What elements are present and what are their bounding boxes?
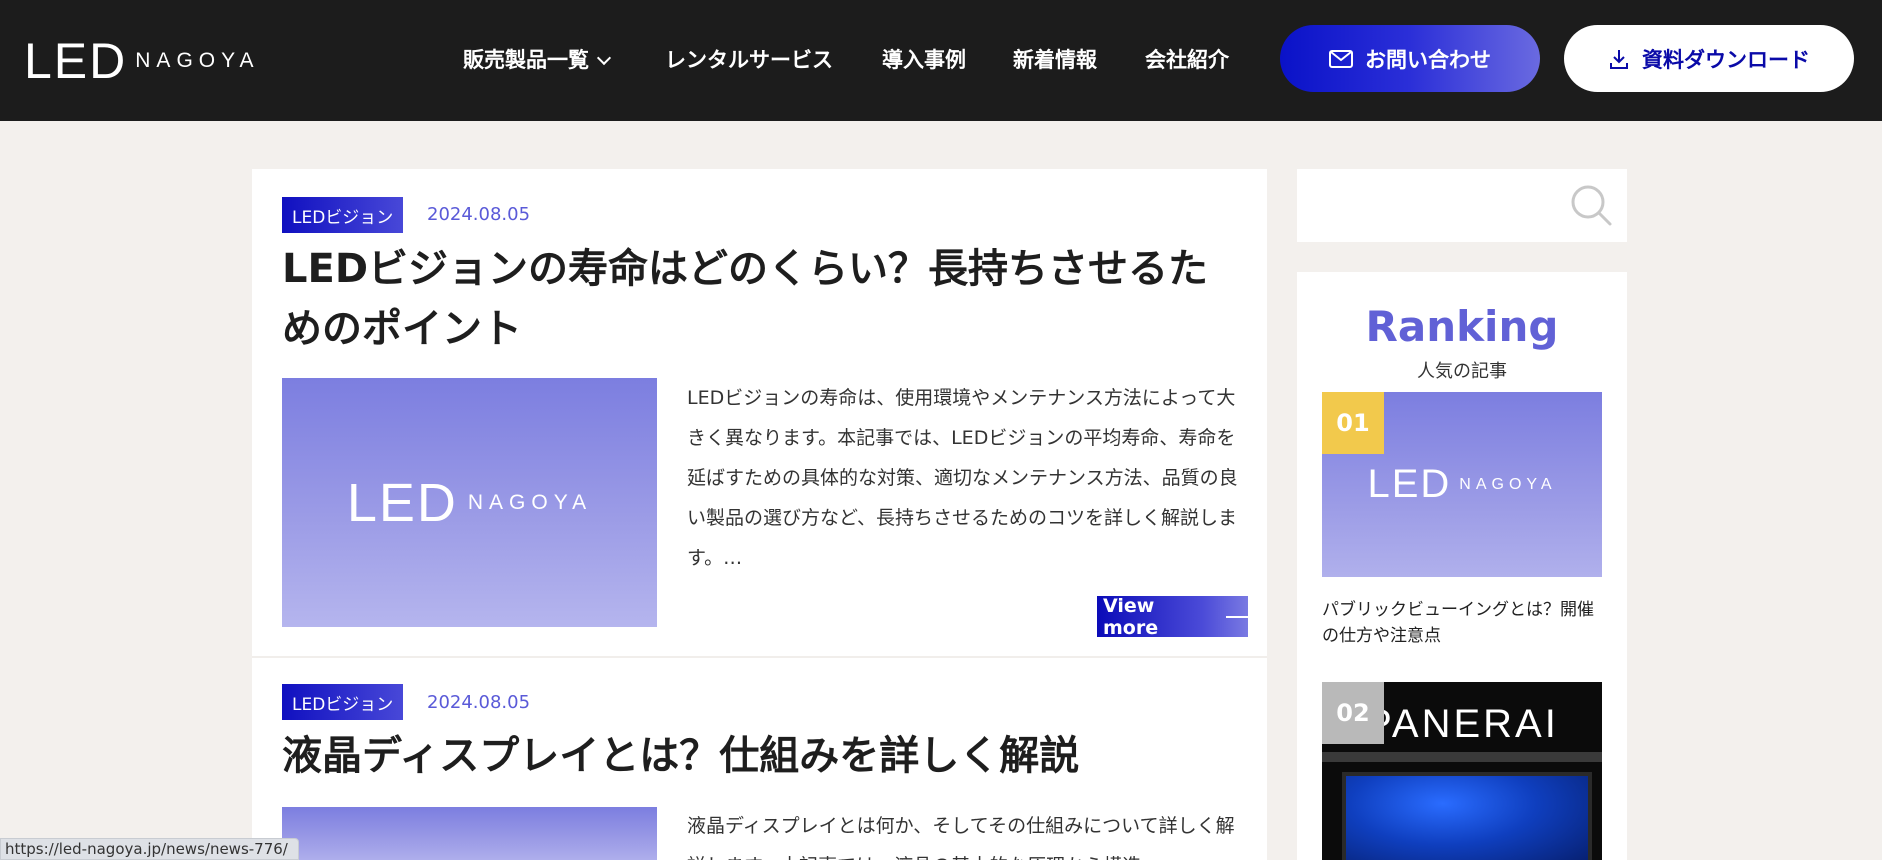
article-date: 2024.08.05: [427, 204, 531, 225]
arrow-line-icon: [1226, 615, 1248, 618]
article-thumbnail[interactable]: [282, 807, 657, 860]
article-excerpt: LEDビジョンの寿命は、使用環境やメンテナンス方法によって大きく異なります。本記…: [687, 387, 1238, 569]
logo-led-text: LED: [24, 33, 128, 89]
thumbnail-logo-led: LED: [346, 472, 458, 533]
category-badge[interactable]: LEDビジョン: [282, 197, 404, 233]
ranking-title: Ranking: [1365, 302, 1559, 351]
view-more-label: View more: [1103, 594, 1159, 639]
rank-number-badge: 02: [1322, 682, 1384, 744]
thumbnail-logo: LED NAGOYA: [1367, 462, 1556, 507]
thumbnail-logo-led: LED: [1367, 462, 1452, 506]
nav-products[interactable]: 販売製品一覧: [463, 44, 612, 74]
site-logo[interactable]: LED NAGOYA: [24, 36, 260, 86]
article-list: LEDビジョン 2024.08.05 LEDビジョンの寿命はどのくらい？長持ちさ…: [252, 169, 1267, 860]
ranking-subtitle: 人気の記事: [1417, 361, 1507, 382]
nav-products-label: 販売製品一覧: [463, 48, 589, 72]
contact-label: お問い合わせ: [1365, 47, 1491, 72]
mail-icon: [1329, 49, 1353, 68]
photo-shelf: [1322, 752, 1602, 762]
article-title[interactable]: 液晶ディスプレイとは？仕組みを詳しく解説: [282, 726, 1242, 786]
article-thumbnail[interactable]: LED NAGOYA: [282, 378, 657, 627]
chevron-down-icon: [596, 50, 612, 66]
article-divider: [252, 656, 1267, 658]
ranking-thumbnail[interactable]: 01 LED NAGOYA: [1322, 392, 1602, 577]
article-title[interactable]: LEDビジョンの寿命はどのくらい？長持ちさせるためのポイント: [282, 239, 1242, 359]
contact-button[interactable]: お問い合わせ: [1280, 25, 1540, 92]
ranking-widget: Ranking 人気の記事 01 LED NAGOYA パブリックビューイングと…: [1297, 272, 1627, 860]
thumbnail-logo-nagoya: NAGOYA: [1459, 475, 1557, 493]
nav-rental[interactable]: レンタルサービス: [665, 44, 833, 74]
status-bar-url: https://led-nagoya.jp/news/news-776/: [0, 838, 299, 860]
nav-cases[interactable]: 導入事例: [882, 44, 966, 74]
download-icon: [1610, 49, 1628, 69]
led-display-photo: [1342, 772, 1592, 860]
article-excerpt: 液晶ディスプレイとは何か、そしてその仕組みについて詳しく解説します。本記事では、…: [687, 815, 1235, 860]
thumbnail-logo-nagoya: NAGOYA: [467, 490, 593, 514]
search-icon[interactable]: [1569, 183, 1613, 227]
logo-nagoya-text: NAGOYA: [135, 49, 260, 72]
search-box[interactable]: [1297, 169, 1627, 242]
rank-number-badge: 01: [1322, 392, 1384, 454]
ranking-item-title[interactable]: パブリックビューイングとは？開催の仕方や注意点: [1322, 597, 1607, 649]
site-header: LED NAGOYA 販売製品一覧 レンタルサービス 導入事例 新着情報 会社紹…: [0, 0, 1882, 121]
ranking-thumbnail[interactable]: PANERAI 02: [1322, 682, 1602, 860]
download-label: 資料ダウンロード: [1642, 47, 1810, 72]
thumbnail-logo: LED NAGOYA: [347, 472, 592, 534]
nav-news[interactable]: 新着情報: [1013, 44, 1097, 74]
category-badge[interactable]: LEDビジョン: [282, 684, 404, 720]
view-more-button[interactable]: View more: [1097, 594, 1248, 639]
nav-company[interactable]: 会社紹介: [1145, 44, 1229, 74]
download-button[interactable]: 資料ダウンロード: [1564, 25, 1854, 92]
article-date: 2024.08.05: [427, 692, 531, 713]
